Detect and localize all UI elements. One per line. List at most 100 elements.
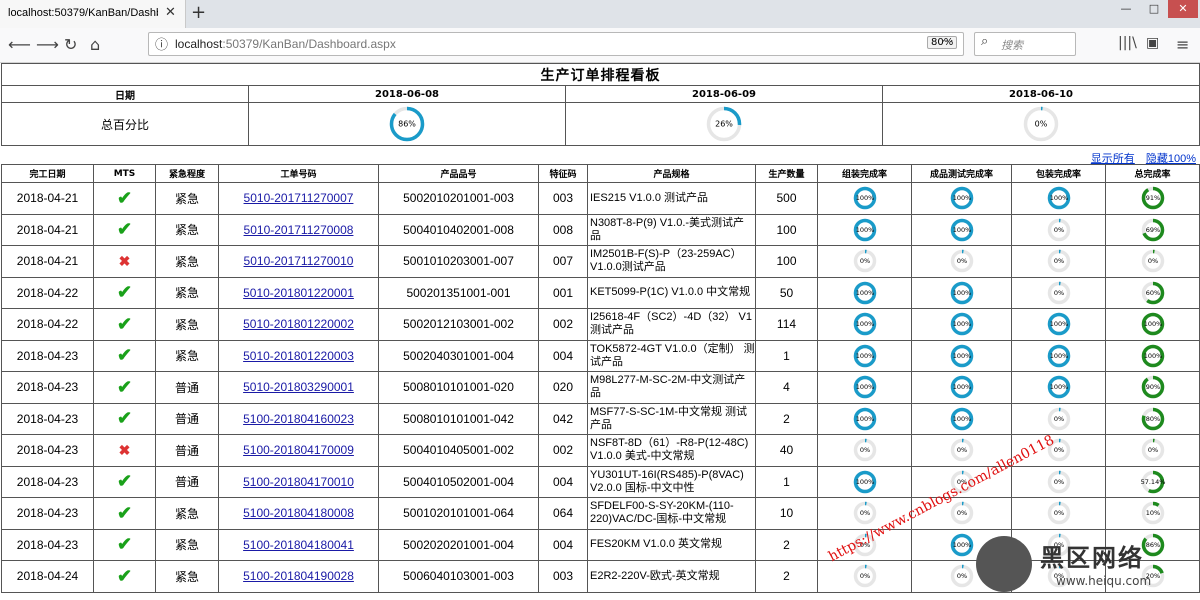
work-order-link[interactable]: 5100-201804170009 xyxy=(243,443,354,457)
summary-table: 生产订单排程看板 日期 2018-06-08 2018-06-09 2018-0… xyxy=(1,63,1200,146)
reload-icon[interactable]: ↻ xyxy=(64,35,77,54)
progress-ring: 100% xyxy=(1047,344,1070,367)
quantity-cell: 100 xyxy=(755,213,818,246)
assembly-rate-cell: 100% xyxy=(817,339,912,372)
minimize-icon[interactable]: — xyxy=(1112,0,1140,18)
work-order-link[interactable]: 5010-201801220002 xyxy=(243,317,354,331)
feature-code-cell: 004 xyxy=(538,465,588,498)
test-rate-cell: 100% xyxy=(911,213,1012,246)
check-icon: ✔ xyxy=(116,376,133,397)
check-icon: ✔ xyxy=(116,534,133,555)
table-row: 2018-04-21 ✔ 紧急 5010-201711270007 5002010201… xyxy=(1,182,1200,215)
work-order-link[interactable]: 5100-201804180008 xyxy=(243,506,354,520)
more-icon[interactable]: ⋯ xyxy=(941,34,954,49)
pack-rate-cell: 0% xyxy=(1011,276,1106,309)
part-number-cell: 5002020201001-004 xyxy=(378,528,539,561)
mts-cell: ✔ xyxy=(93,339,156,372)
ring-label: 86% xyxy=(398,120,416,129)
plus-icon[interactable]: + xyxy=(191,2,206,23)
menu-icon[interactable]: ≡ xyxy=(1176,35,1189,54)
table-row: 2018-04-22 ✔ 紧急 5010-201801220001 5002013510… xyxy=(1,276,1200,309)
work-order-link[interactable]: 5010-201801220001 xyxy=(243,286,354,300)
pack-rate-cell: 100% xyxy=(1011,371,1106,404)
url-bar[interactable]: ⓘ localhost:50379/KanBan/Dashboard.aspx … xyxy=(148,32,964,56)
column-header: 产品品号 xyxy=(378,164,539,183)
work-order-link[interactable]: 5010-201803290001 xyxy=(243,380,354,394)
ring-label: 0% xyxy=(956,446,966,454)
assembly-rate-cell: 100% xyxy=(817,276,912,309)
progress-ring: 100% xyxy=(950,281,973,304)
progress-ring: 80% xyxy=(1141,407,1164,430)
progress-ring: 100% xyxy=(853,470,876,493)
ring-label: 0% xyxy=(859,446,869,454)
table-row: 2018-04-23 ✔ 紧急 5100-201804180008 5001020101… xyxy=(1,497,1200,530)
library-icon[interactable]: |||\ xyxy=(1118,35,1137,51)
work-order-link[interactable]: 5100-201804160023 xyxy=(243,412,354,426)
progress-ring: 0% xyxy=(1141,250,1164,273)
pack-rate-cell: 0% xyxy=(1011,497,1106,530)
info-icon[interactable]: ⓘ xyxy=(155,34,168,53)
check-icon: ✔ xyxy=(116,408,133,429)
progress-ring: 0% xyxy=(1047,407,1070,430)
table-row: 2018-04-23 ✔ 普通 5100-201804160023 5008010101… xyxy=(1,402,1200,435)
progress-ring: 0% xyxy=(1047,470,1070,493)
part-number-cell: 5002040301001-004 xyxy=(378,339,539,372)
back-icon[interactable]: ⟵ xyxy=(8,35,31,54)
work-order-link[interactable]: 5100-201804170010 xyxy=(243,475,354,489)
progress-ring: 0% xyxy=(1047,281,1070,304)
quantity-cell: 500 xyxy=(755,182,818,215)
feature-code-cell: 064 xyxy=(538,497,588,530)
urgency-cell: 紧急 xyxy=(155,497,219,530)
search-input[interactable]: ⌕ 搜索 xyxy=(974,32,1076,56)
ring-label: 0% xyxy=(1053,289,1063,297)
urgency-cell: 普通 xyxy=(155,371,219,404)
assembly-rate-cell: 100% xyxy=(817,371,912,404)
summary-ring-cell: 86% xyxy=(248,102,566,146)
progress-ring: 100% xyxy=(853,407,876,430)
ring-label: 0% xyxy=(1035,120,1048,129)
work-order-link[interactable]: 5100-201804180041 xyxy=(243,538,354,552)
check-icon: ✔ xyxy=(116,565,133,586)
progress-ring: 10% xyxy=(1141,502,1164,525)
ring-label: 100% xyxy=(952,383,971,391)
quantity-cell: 2 xyxy=(755,528,818,561)
total-rate-cell: 100% xyxy=(1105,308,1200,341)
sidebar-icon[interactable]: ▣ xyxy=(1146,35,1159,51)
column-header: 成品测试完成率 xyxy=(911,164,1012,183)
browser-tab[interactable]: localhost:50379/KanBan/Dashboard ✕ xyxy=(0,0,186,28)
quantity-cell: 114 xyxy=(755,308,818,341)
urgency-cell: 紧急 xyxy=(155,528,219,561)
pack-rate-cell: 100% xyxy=(1011,339,1106,372)
quantity-cell: 4 xyxy=(755,371,818,404)
watermark-site: www.heiqu.com xyxy=(1056,574,1152,588)
work-order-link[interactable]: 5010-201711270008 xyxy=(244,223,354,237)
work-order-link[interactable]: 5100-201804190028 xyxy=(243,569,354,583)
work-order-link[interactable]: 5010-201711270007 xyxy=(244,191,354,205)
nav-bar: ⟵ ⟶ ↻ ⌂ ⓘ localhost:50379/KanBan/Dashboa… xyxy=(0,28,1200,63)
feature-code-cell: 020 xyxy=(538,371,588,404)
ring-label: 100% xyxy=(1049,194,1068,202)
close-icon[interactable]: ✕ xyxy=(165,5,176,20)
progress-ring: 100% xyxy=(853,313,876,336)
progress-ring: 100% xyxy=(950,218,973,241)
progress-ring: 100% xyxy=(853,281,876,304)
maximize-icon[interactable]: □ xyxy=(1140,0,1168,18)
feature-code-cell: 004 xyxy=(538,339,588,372)
work-order-link[interactable]: 5010-201801220003 xyxy=(243,349,354,363)
finish-date-cell: 2018-04-24 xyxy=(1,560,94,593)
progress-ring: 0% xyxy=(853,502,876,525)
ring-label: 0% xyxy=(956,509,966,517)
spec-cell: FES20KM V1.0.0 英文常规 xyxy=(587,528,756,561)
part-number-cell: 5008010101001-020 xyxy=(378,371,539,404)
spec-cell: TOK5872-4GT V1.0.0（定制） 测试产品 xyxy=(587,339,756,372)
progress-ring: 100% xyxy=(853,376,876,399)
home-icon[interactable]: ⌂ xyxy=(90,35,100,54)
work-order-link[interactable]: 5010-201711270010 xyxy=(244,254,354,268)
forward-icon[interactable]: ⟶ xyxy=(36,35,59,54)
close-window-icon[interactable]: ✕ xyxy=(1168,0,1198,18)
ring-label: 100% xyxy=(952,194,971,202)
mts-cell: ✔ xyxy=(93,402,156,435)
pack-rate-cell: 0% xyxy=(1011,213,1106,246)
part-number-cell: 5002010201001-003 xyxy=(378,182,539,215)
mts-cell: ✔ xyxy=(93,528,156,561)
